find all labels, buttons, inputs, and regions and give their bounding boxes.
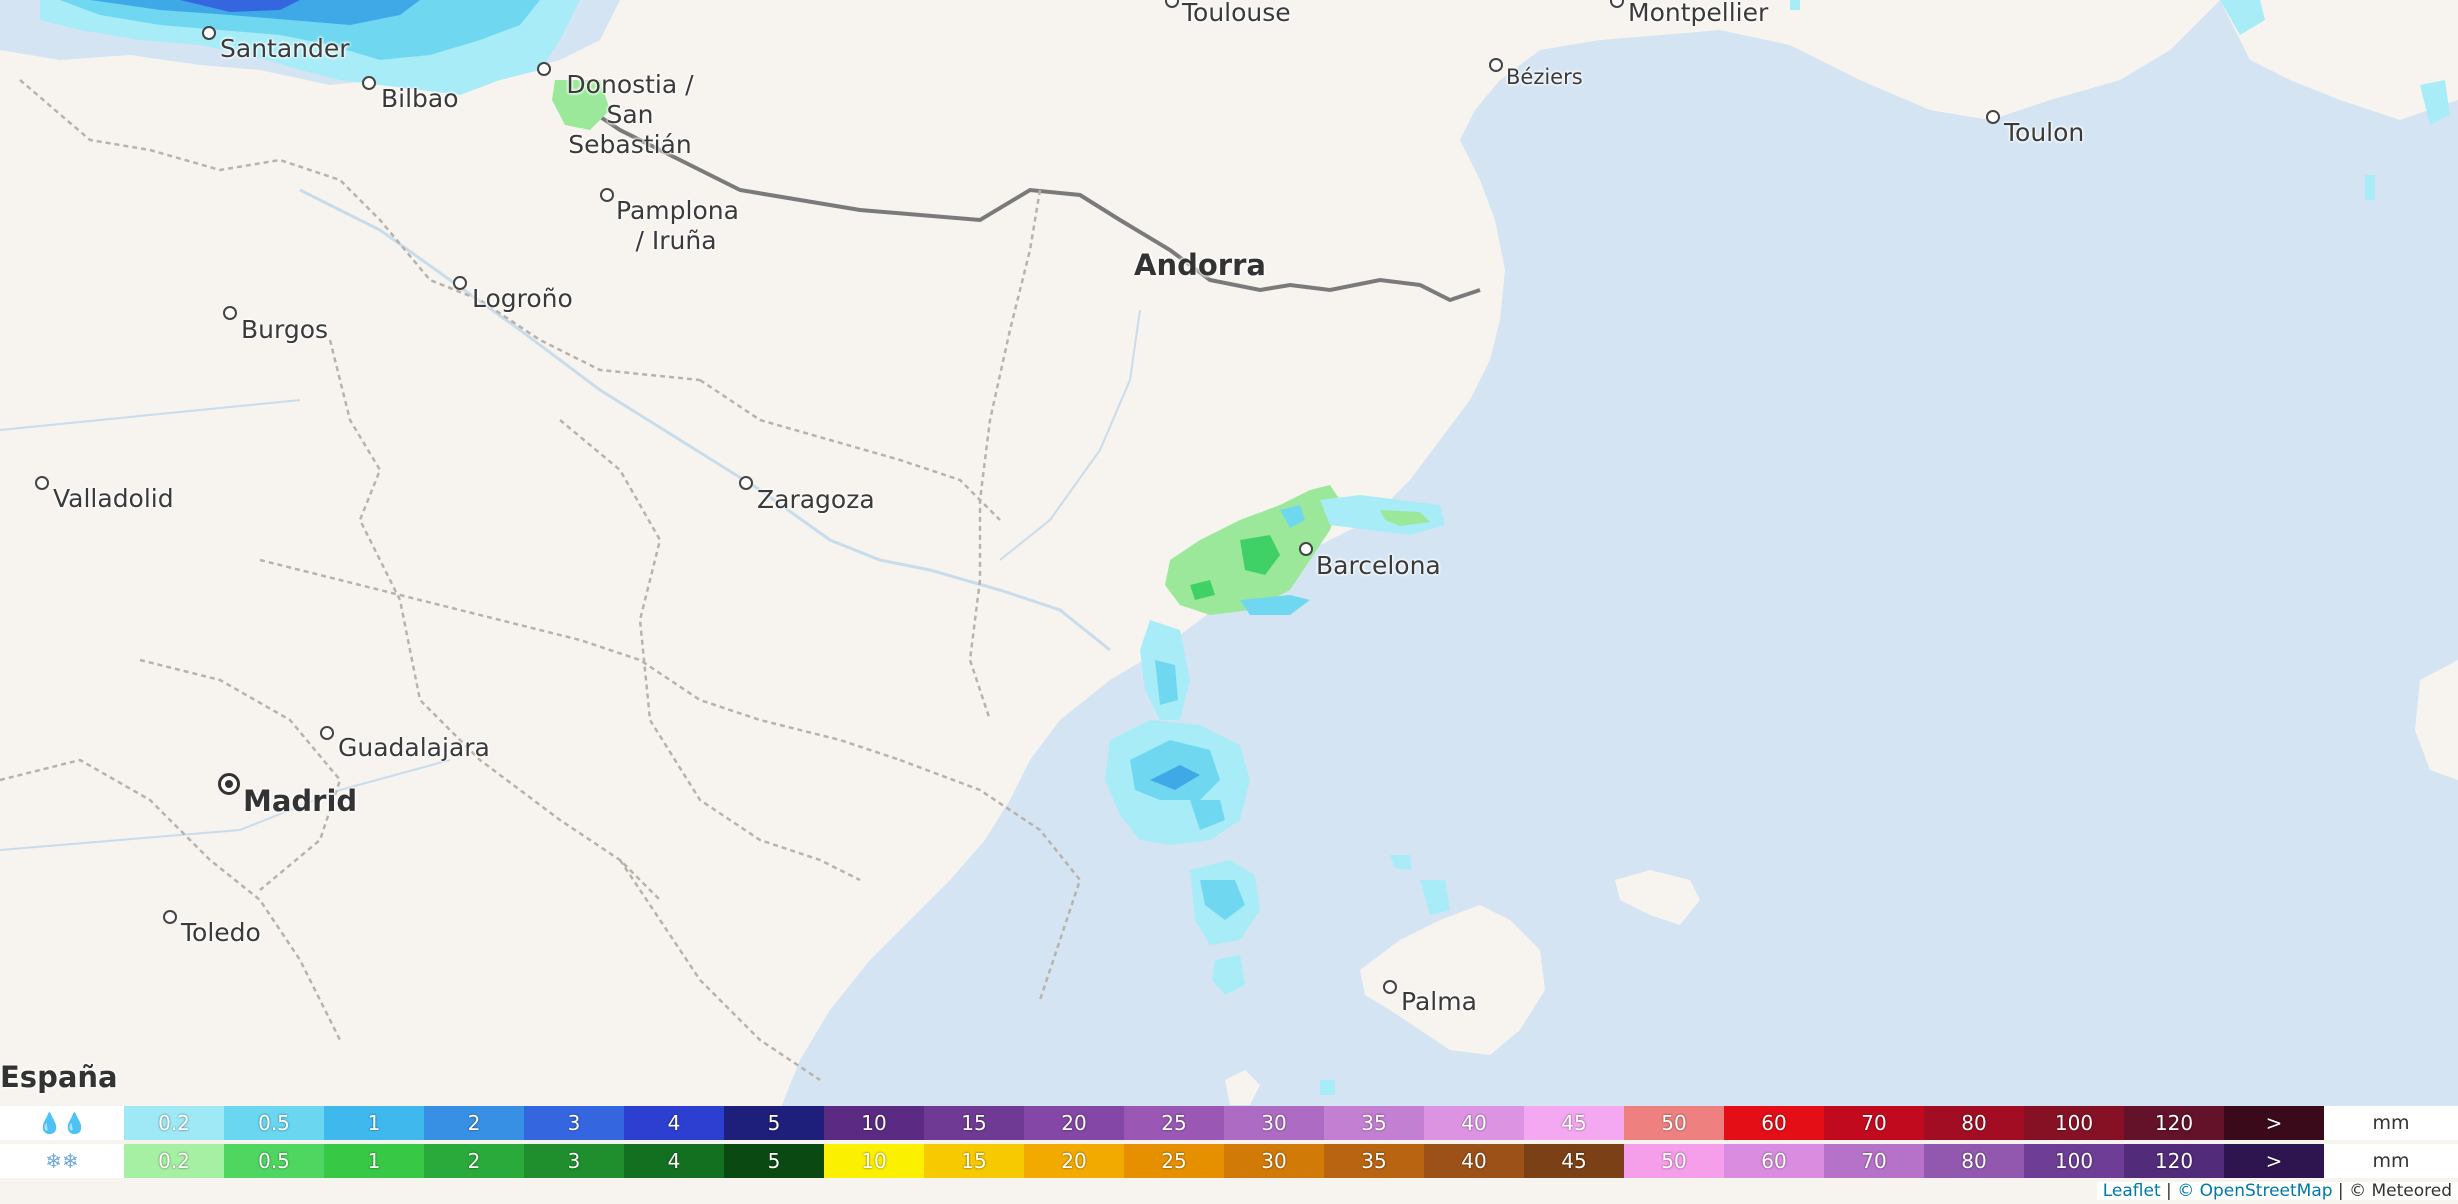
city-marker-santander[interactable] (202, 26, 216, 40)
rain-unit-label: mm (2324, 1106, 2458, 1140)
country-label-andorra: Andorra (1134, 248, 1266, 282)
snow-legend-cell: > (2224, 1144, 2324, 1178)
rain-legend-cell: 70 (1824, 1106, 1924, 1140)
city-label-burgos[interactable]: Burgos (241, 315, 328, 345)
snowflakes-icon: ❄❄ (0, 1144, 124, 1178)
snow-legend-cell: 1 (324, 1144, 424, 1178)
city-label-barcelona[interactable]: Barcelona (1316, 551, 1441, 581)
city-label-toulon[interactable]: Toulon (2004, 118, 2084, 148)
rain-legend-cell: 30 (1224, 1106, 1324, 1140)
rain-legend-cell: 3 (524, 1106, 624, 1140)
rain-legend-cell: 15 (924, 1106, 1024, 1140)
rain-legend-cell: 2 (424, 1106, 524, 1140)
snow-legend-cell: 60 (1724, 1144, 1824, 1178)
rain-legend-cell: 5 (724, 1106, 824, 1140)
city-marker-barcelona[interactable] (1299, 542, 1313, 556)
snow-legend-cell: 50 (1624, 1144, 1724, 1178)
precipitation-legend: 💧💧 0.2 0.5 1 2 3 4 5 10 15 20 25 30 35 40 45 50 60 70 80 10… (0, 1106, 2458, 1186)
osm-link[interactable]: © OpenStreetMap (2177, 1181, 2332, 1201)
city-marker-pamplona[interactable] (600, 188, 614, 202)
rain-legend-cell: 35 (1324, 1106, 1424, 1140)
rain-legend-cell: 120 (2124, 1106, 2224, 1140)
leaflet-link[interactable]: Leaflet (2103, 1181, 2161, 1201)
snow-legend-cell: 15 (924, 1144, 1024, 1178)
rain-legend-cell: 4 (624, 1106, 724, 1140)
city-label-toulouse[interactable]: Toulouse (1182, 0, 1291, 28)
rain-legend-cell: 60 (1724, 1106, 1824, 1140)
snow-legend-cell: 0.2 (124, 1144, 224, 1178)
snow-legend-cell: 120 (2124, 1144, 2224, 1178)
snow-legend-cell: 0.5 (224, 1144, 324, 1178)
rain-legend-cell: > (2224, 1106, 2324, 1140)
snow-legend-cell: 2 (424, 1144, 524, 1178)
rain-legend-cell: 50 (1624, 1106, 1724, 1140)
city-label-pamplona[interactable]: Pamplona / Iruña (616, 196, 739, 256)
snow-legend-cell: 45 (1524, 1144, 1624, 1178)
city-marker-madrid[interactable] (218, 773, 240, 795)
rain-legend-cell: 80 (1924, 1106, 2024, 1140)
city-label-guadalajara[interactable]: Guadalajara (338, 733, 490, 763)
snow-legend-cell: 35 (1324, 1144, 1424, 1178)
rain-legend-cell: 10 (824, 1106, 924, 1140)
city-label-palma[interactable]: Palma (1401, 987, 1477, 1017)
rain-legend-cell: 25 (1124, 1106, 1224, 1140)
city-marker-zaragoza[interactable] (739, 476, 753, 490)
rain-legend-row: 💧💧 0.2 0.5 1 2 3 4 5 10 15 20 25 30 35 40 45 50 60 70 80 10… (0, 1106, 2458, 1140)
city-marker-bilbao[interactable] (362, 76, 376, 90)
city-marker-beziers[interactable] (1489, 58, 1503, 72)
meteored-credit: © Meteored (2349, 1181, 2452, 1201)
snow-legend-cell: 80 (1924, 1144, 2024, 1178)
attribution-sep-2: | (2332, 1181, 2350, 1201)
city-label-donostia[interactable]: Donostia / San Sebastián (555, 70, 705, 160)
city-marker-logrono[interactable] (453, 276, 467, 290)
city-label-logrono[interactable]: Logroño (472, 284, 573, 314)
city-label-madrid[interactable]: Madrid (243, 786, 357, 816)
city-marker-toledo[interactable] (163, 910, 177, 924)
snow-legend-cell: 4 (624, 1144, 724, 1178)
city-marker-valladolid[interactable] (35, 476, 49, 490)
snow-legend-cell: 100 (2024, 1144, 2124, 1178)
city-label-toledo[interactable]: Toledo (181, 918, 261, 948)
city-label-beziers[interactable]: Béziers (1506, 62, 1583, 92)
map-base-svg[interactable] (0, 0, 2458, 1200)
city-marker-donostia[interactable] (537, 62, 551, 76)
map-attribution: Leaflet | © OpenStreetMap | © Meteored (2096, 1181, 2458, 1201)
snow-legend-cell: 30 (1224, 1144, 1324, 1178)
snow-legend-cell: 5 (724, 1144, 824, 1178)
rain-legend-cell: 100 (2024, 1106, 2124, 1140)
snow-legend-cell: 70 (1824, 1144, 1924, 1178)
rain-legend-cell: 20 (1024, 1106, 1124, 1140)
map-canvas[interactable]: Santander Bilbao Donostia / San Sebastiá… (0, 0, 2458, 1200)
snow-legend-cell: 40 (1424, 1144, 1524, 1178)
country-label-espana: España (0, 1060, 118, 1094)
city-marker-toulon[interactable] (1986, 110, 2000, 124)
city-label-montpellier[interactable]: Montpellier (1628, 0, 1768, 28)
city-marker-guadalajara[interactable] (320, 726, 334, 740)
rain-legend-cell: 0.5 (224, 1106, 324, 1140)
rain-legend-cell: 0.2 (124, 1106, 224, 1140)
snow-unit-label: mm (2324, 1144, 2458, 1178)
city-marker-palma[interactable] (1383, 980, 1397, 994)
snow-legend-cell: 25 (1124, 1144, 1224, 1178)
city-label-bilbao[interactable]: Bilbao (381, 84, 459, 114)
snow-legend-row: ❄❄ 0.2 0.5 1 2 3 4 5 10 15 20 25 30 35 40 45 50 60 70 80 10… (0, 1144, 2458, 1178)
city-marker-burgos[interactable] (223, 306, 237, 320)
city-label-zaragoza[interactable]: Zaragoza (757, 485, 875, 515)
snow-legend-cell: 20 (1024, 1144, 1124, 1178)
snow-legend-cell: 10 (824, 1144, 924, 1178)
city-label-santander[interactable]: Santander (220, 34, 350, 64)
rain-legend-cell: 1 (324, 1106, 424, 1140)
rain-legend-cell: 40 (1424, 1106, 1524, 1140)
attribution-sep-1: | (2160, 1181, 2178, 1201)
rain-drops-icon: 💧💧 (0, 1106, 124, 1140)
snow-legend-cell: 3 (524, 1144, 624, 1178)
rain-legend-cell: 45 (1524, 1106, 1624, 1140)
city-label-valladolid[interactable]: Valladolid (53, 484, 174, 514)
